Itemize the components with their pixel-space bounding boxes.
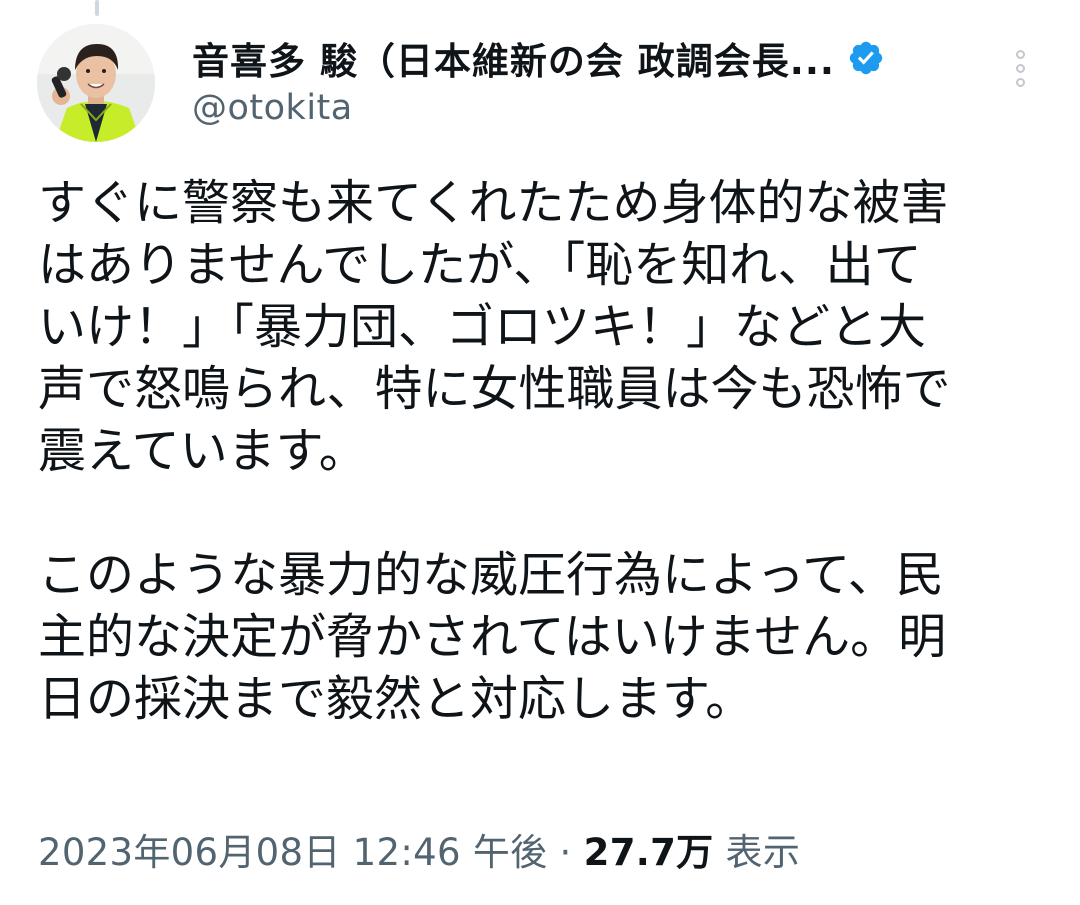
- tweet-text: すぐに警察も来てくれたため身体的な被害 はありませんでしたが、「恥を知れ、出て …: [38, 172, 1038, 730]
- avatar[interactable]: [37, 24, 155, 142]
- views-count[interactable]: 27.7万: [584, 831, 714, 874]
- name-row: 音喜多 駿（日本維新の会 政調会長...: [192, 30, 972, 86]
- views-label: 表示: [725, 831, 801, 874]
- avatar-image: [37, 24, 155, 142]
- tweet-meta: 2023年06月08日 12:46 午後 · 27.7万 表示: [38, 822, 800, 876]
- more-options-button[interactable]: [1006, 50, 1034, 94]
- tweet-header: 音喜多 駿（日本維新の会 政調会長... @otokita: [192, 30, 972, 128]
- thread-connector-line: [95, 0, 99, 16]
- more-vertical-icon-dot: [1015, 50, 1025, 59]
- tweet-timestamp[interactable]: 2023年06月08日 12:46 午後: [38, 831, 547, 874]
- tweet-paragraph-2: このような暴力的な威圧行為によって、民 主的な決定が脅かされてはいけません。明 …: [38, 547, 947, 727]
- author-display-name[interactable]: 音喜多 駿（日本維新の会 政調会長...: [192, 31, 835, 85]
- more-vertical-icon-dot: [1015, 78, 1025, 87]
- more-vertical-icon-dot: [1015, 64, 1025, 73]
- author-handle[interactable]: @otokita: [192, 88, 972, 128]
- verified-badge-icon: [849, 41, 883, 75]
- tweet-paragraph-1: すぐに警察も来てくれたため身体的な被害 はありませんでしたが、「恥を知れ、出て …: [38, 175, 951, 479]
- meta-separator: ·: [559, 831, 572, 874]
